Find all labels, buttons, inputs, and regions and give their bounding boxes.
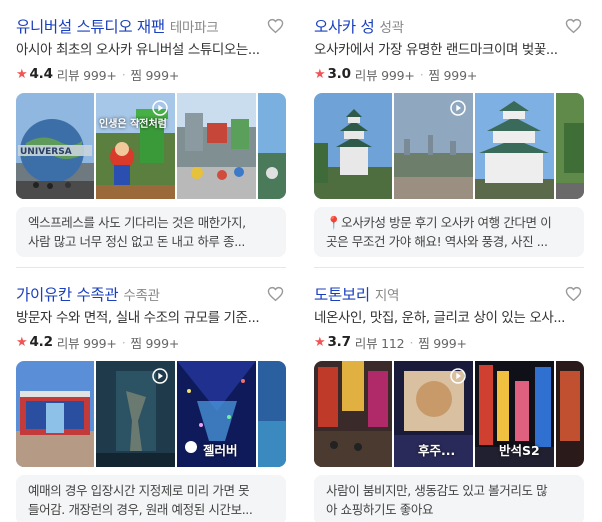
place-title[interactable]: 오사카 성 (314, 15, 375, 37)
photo-night-sign[interactable]: 후주... (394, 361, 473, 467)
rating-value: 3.0 (327, 66, 351, 82)
review-line: 사람이 붐비지만, 생동감도 있고 볼거리도 많 (326, 483, 548, 498)
review-snippet[interactable]: 예매의 경우 입장시간 지정제로 미리 가면 못 들어감. 개장런의 경우, 원… (16, 475, 286, 522)
rating-value: 4.2 (29, 334, 53, 350)
card-title-row: 도톤보리 지역 (314, 282, 584, 306)
review-line: 곳은 무조건 가야 해요! 역사와 풍경, 사진 ... (326, 234, 548, 249)
photo-universal-globe[interactable]: UNIVERSA (16, 93, 94, 199)
play-icon (152, 100, 168, 116)
place-card-dotonbori[interactable]: 도톤보리 지역 네온사인, 맛집, 운하, 글리코 상이 있는 오사... ★ … (314, 282, 584, 522)
photo-author-label: 젤러버 (203, 443, 238, 458)
photo-partial[interactable] (258, 361, 286, 467)
review-line: 들어감. 개장런의 경우, 원래 예정된 시간보... (28, 502, 253, 517)
heart-icon[interactable] (565, 286, 582, 302)
place-meta: ★ 3.7 리뷰 112 · 찜 999+ (314, 330, 584, 354)
photo-aquarium-building[interactable] (16, 361, 94, 467)
review-count: 리뷰 999+ (56, 67, 117, 83)
photo-night-street[interactable]: 반석S2 (475, 361, 554, 467)
photo-castle-front[interactable] (314, 93, 392, 199)
review-snippet[interactable]: 사람이 붐비지만, 생동감도 있고 볼거리도 많 아 쇼핑하기도 좋아요 (314, 475, 584, 522)
photo-castle-park[interactable] (394, 93, 473, 199)
place-card-usj[interactable]: 유니버설 스튜디오 재팬 테마파크 아시아 최초의 오사카 유니버설 스튜디오는… (16, 14, 286, 257)
review-line: 엑스프레스를 사도 기다리는 것은 매한가지, (28, 215, 246, 230)
review-snippet[interactable]: 📍오사카성 방문 후기 오사카 여행 간다면 이 곳은 무조건 가야 해요! 역… (314, 207, 584, 257)
place-title[interactable]: 유니버설 스튜디오 재팬 (16, 15, 165, 37)
place-description: 오사카에서 가장 유명한 랜드마크이며 벚꽃... (314, 42, 558, 58)
svg-text:UNIVERSA: UNIVERSA (20, 147, 72, 157)
photo-mario-world[interactable]: 인생은 작전처럼 (96, 93, 175, 199)
place-category: 테마파크 (169, 20, 219, 36)
photo-street-signs[interactable] (314, 361, 392, 467)
photo-aquarium-tank[interactable] (96, 361, 175, 467)
review-line: 예매의 경우 입장시간 지정제로 미리 가면 못 (28, 483, 250, 498)
photo-strip[interactable]: UNIVERSA 인생은 작전처럼 (16, 93, 286, 199)
place-category: 수족관 (123, 288, 160, 304)
divider (16, 267, 286, 268)
photo-castle-closeup[interactable] (475, 93, 554, 199)
place-meta: ★ 4.2 리뷰 999+ · 찜 999+ (16, 330, 286, 354)
heart-icon[interactable] (267, 18, 284, 34)
review-line: 📍오사카성 방문 후기 오사카 여행 간다면 이 (326, 215, 552, 230)
star-icon: ★ (16, 66, 28, 82)
photo-overlay-text: 인생은 작전처럼 (99, 119, 167, 130)
place-description: 네온사인, 맛집, 운하, 글리코 상이 있는 오사... (314, 310, 566, 326)
review-count: 리뷰 112 (354, 335, 405, 351)
save-count: 찜 999+ (130, 67, 180, 83)
photo-strip[interactable] (314, 93, 584, 199)
photo-partial[interactable] (556, 361, 584, 467)
place-description: 아시아 최초의 오사카 유니버설 스튜디오는... (16, 42, 260, 58)
star-icon: ★ (314, 334, 326, 350)
save-count: 찜 999+ (418, 335, 467, 351)
photo-mario-kart[interactable] (177, 93, 256, 199)
card-title-row: 유니버설 스튜디오 재팬 테마파크 (16, 14, 286, 38)
photo-author-label: 후주... (418, 443, 456, 458)
place-meta: ★ 3.0 리뷰 999+ · 찜 999+ (314, 62, 584, 86)
photo-partial[interactable] (556, 93, 584, 199)
place-meta: ★ 4.4 리뷰 999+ · 찜 999+ (16, 62, 286, 86)
place-card-kaiyukan[interactable]: 가이유칸 수족관 수족관 방문자 수와 면적, 실내 수조의 규모를 기준...… (16, 282, 286, 522)
rating-value: 4.4 (29, 66, 53, 82)
play-icon (450, 368, 466, 384)
save-count: 찜 999+ (428, 67, 478, 83)
review-line: 아 쇼핑하기도 좋아요 (326, 502, 434, 517)
divider (314, 267, 584, 268)
star-icon: ★ (16, 334, 28, 350)
heart-icon[interactable] (565, 18, 582, 34)
photo-partial[interactable] (258, 93, 286, 199)
place-description: 방문자 수와 면적, 실내 수조의 규모를 기준... (16, 310, 260, 326)
dot-separator: · (121, 334, 126, 350)
review-count: 리뷰 999+ (354, 67, 415, 83)
photo-author-label: 반석S2 (499, 443, 540, 458)
place-category: 지역 (374, 288, 400, 304)
save-count: 찜 999+ (130, 335, 180, 351)
dot-separator: · (121, 66, 126, 82)
rating-value: 3.7 (327, 334, 351, 350)
place-title[interactable]: 도톤보리 (314, 283, 370, 305)
photo-jellyfish-lights[interactable]: 젤러버 (177, 361, 256, 467)
card-title-row: 가이유칸 수족관 수족관 (16, 282, 286, 306)
review-line: 사람 많고 너무 정신 없고 돈 내고 하루 종... (28, 234, 245, 249)
dot-separator: · (409, 334, 414, 350)
play-icon (450, 100, 466, 116)
review-snippet[interactable]: 엑스프레스를 사도 기다리는 것은 매한가지, 사람 많고 너무 정신 없고 돈… (16, 207, 286, 257)
photo-strip[interactable]: 젤러버 (16, 361, 286, 467)
play-icon (152, 368, 168, 384)
dot-separator: · (419, 66, 424, 82)
photo-strip[interactable]: 후주... 반석S2 (314, 361, 584, 467)
card-title-row: 오사카 성 성곽 (314, 14, 584, 38)
heart-icon[interactable] (267, 286, 284, 302)
review-count: 리뷰 999+ (56, 335, 117, 351)
place-category: 성곽 (379, 20, 404, 36)
place-title[interactable]: 가이유칸 수족관 (16, 283, 119, 305)
place-card-osaka-castle[interactable]: 오사카 성 성곽 오사카에서 가장 유명한 랜드마크이며 벚꽃... ★ 3.0… (314, 14, 584, 257)
star-icon: ★ (314, 66, 326, 82)
